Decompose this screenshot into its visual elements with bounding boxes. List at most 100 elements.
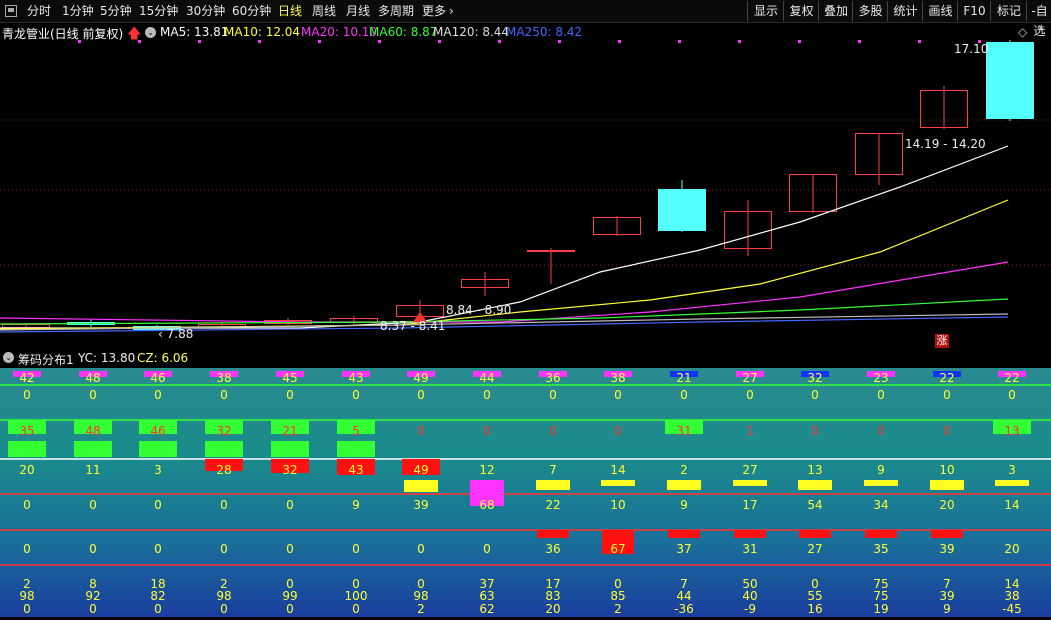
ma-legend-1: MA10: 12.04: [224, 25, 301, 39]
cell-r3-c14: 10: [939, 463, 954, 477]
cell-r2-c1: 48: [85, 424, 100, 438]
cell-r0-c13: 23: [873, 371, 888, 385]
bar-red2-13: [865, 530, 897, 538]
marker-dot-14: [918, 40, 921, 43]
toolbar-button-7[interactable]: 标记: [990, 1, 1027, 21]
marker-dot-6: [438, 40, 441, 43]
period-tab-2[interactable]: 5分钟: [100, 3, 132, 19]
main-kline-chart[interactable]: 青龙管业(日线 前复权) 🡅 ⌄ MA5: 13.81 MA10: 12.04 MA…: [0, 22, 1051, 348]
period-tab-3[interactable]: 15分钟: [139, 3, 178, 19]
cell-r7-c14: 39: [939, 589, 954, 603]
period-tab-4[interactable]: 30分钟: [186, 3, 225, 19]
cell-r1-c0: 0: [23, 388, 31, 402]
cell-r0-c11: 27: [742, 371, 757, 385]
cell-r3-c1: 11: [85, 463, 100, 477]
cell-r5-c0: 0: [23, 542, 31, 556]
cell-r0-c5: 43: [348, 371, 363, 385]
cell-r0-c3: 38: [216, 371, 231, 385]
cell-r8-c9: 2: [614, 602, 622, 616]
chip-indicator-area[interactable]: 42 0 35 20 0 0 2 98 0 48 0 48 11 0 0 8 92 0 46 0 46 3 0 0 18 82 0 3…: [0, 368, 1051, 617]
bar-yellow-11: [733, 480, 767, 486]
cell-r2-c7: 0: [483, 424, 491, 438]
cell-r3-c4: 32: [282, 463, 297, 477]
cell-r8-c1: 0: [89, 602, 97, 616]
cell-r8-c4: 0: [286, 602, 294, 616]
cell-r0-c7: 44: [479, 371, 494, 385]
chevron-down-icon[interactable]: ⌄: [145, 27, 156, 38]
cell-r1-c4: 0: [286, 388, 294, 402]
bar-green2-4: [271, 441, 309, 457]
diamond-icon[interactable]: ◇: [1018, 25, 1027, 39]
toolbar-button-1[interactable]: 复权: [783, 1, 819, 21]
cell-r7-c0: 98: [19, 589, 34, 603]
marker-dot-10: [678, 40, 681, 43]
cell-r5-c7: 0: [483, 542, 491, 556]
cell-r2-c14: 0: [943, 424, 951, 438]
cell-r4-c4: 0: [286, 498, 294, 512]
toolbar-button-5[interactable]: 画线: [922, 1, 958, 21]
toolbar-button-3[interactable]: 多股: [852, 1, 888, 21]
cell-r3-c12: 13: [807, 463, 822, 477]
cell-r2-c12: 0: [811, 424, 819, 438]
cell-r1-c2: 0: [154, 388, 162, 402]
cell-r2-c10: 31: [676, 424, 691, 438]
marker-dot-8: [558, 40, 561, 43]
cell-r4-c14: 20: [939, 498, 954, 512]
period-tab-9[interactable]: 多周期: [378, 3, 414, 19]
toolbar-button-0[interactable]: 显示: [747, 1, 784, 21]
cell-r3-c15: 3: [1008, 463, 1016, 477]
cell-r3-c13: 9: [877, 463, 885, 477]
cell-r4-c1: 0: [89, 498, 97, 512]
cell-r0-c8: 36: [545, 371, 560, 385]
cell-r8-c14: 9: [943, 602, 951, 616]
cell-r0-c2: 46: [150, 371, 165, 385]
cell-r7-c13: 75: [873, 589, 888, 603]
chevron-down-icon[interactable]: ⌄: [3, 352, 14, 363]
toolbar-button-8[interactable]: -自选: [1026, 1, 1051, 38]
bar-green2-1: [74, 441, 112, 457]
cell-r4-c9: 10: [610, 498, 625, 512]
collapse-icon[interactable]: ⌃: [1036, 25, 1046, 39]
toolbar-button-2[interactable]: 叠加: [818, 1, 853, 21]
ma-legend-5: MA250: 8.42: [506, 25, 583, 39]
cell-r4-c3: 0: [220, 498, 228, 512]
period-tab-1[interactable]: 1分钟: [62, 3, 94, 19]
toolbar-button-6[interactable]: F10: [957, 1, 991, 21]
toolbar-button-4[interactable]: 统计: [887, 1, 923, 21]
cell-r7-c11: 40: [742, 589, 757, 603]
marker-dot-12: [798, 40, 801, 43]
marker-dot-4: [318, 40, 321, 43]
cell-r3-c0: 20: [19, 463, 34, 477]
cell-r4-c8: 22: [545, 498, 560, 512]
high-price-label: 17.10: [954, 42, 989, 56]
cell-r8-c6: 2: [417, 602, 425, 616]
cell-r2-c9: 0: [614, 424, 622, 438]
cell-r5-c1: 0: [89, 542, 97, 556]
yc-value: YC: 13.80: [78, 351, 136, 365]
chip-indicator-svg: 4203520002980480481100892046046300188203…: [0, 371, 1051, 616]
cell-r1-c1: 0: [89, 388, 97, 402]
marker-dot-7: [498, 40, 501, 43]
cell-r4-c13: 34: [873, 498, 888, 512]
period-tab-0[interactable]: 分时: [27, 3, 51, 19]
cell-r5-c4: 0: [286, 542, 294, 556]
bar-green2-5: [337, 441, 375, 457]
period-tab-5[interactable]: 60分钟: [232, 3, 271, 19]
period-tab-8[interactable]: 月线: [346, 3, 370, 19]
zhang-badge[interactable]: 涨: [935, 334, 949, 348]
bar-yellow-10: [667, 480, 701, 490]
cell-r4-c2: 0: [154, 498, 162, 512]
cell-r8-c13: 19: [873, 602, 888, 616]
cell-r3-c10: 2: [680, 463, 688, 477]
cell-r5-c5: 0: [352, 542, 360, 556]
bar-red2-11: [734, 530, 766, 538]
period-tab-6[interactable]: 日线: [278, 3, 302, 19]
marker-dot-5: [378, 40, 381, 43]
period-tab-7[interactable]: 周线: [312, 3, 336, 19]
window-icon[interactable]: [5, 5, 17, 17]
chevron-right-icon[interactable]: ›: [449, 3, 454, 19]
kline-svg[interactable]: [0, 22, 1051, 348]
period-tab-10[interactable]: 更多: [422, 3, 446, 19]
cell-r4-c15: 14: [1004, 498, 1019, 512]
marker-dot-2: [198, 40, 201, 43]
